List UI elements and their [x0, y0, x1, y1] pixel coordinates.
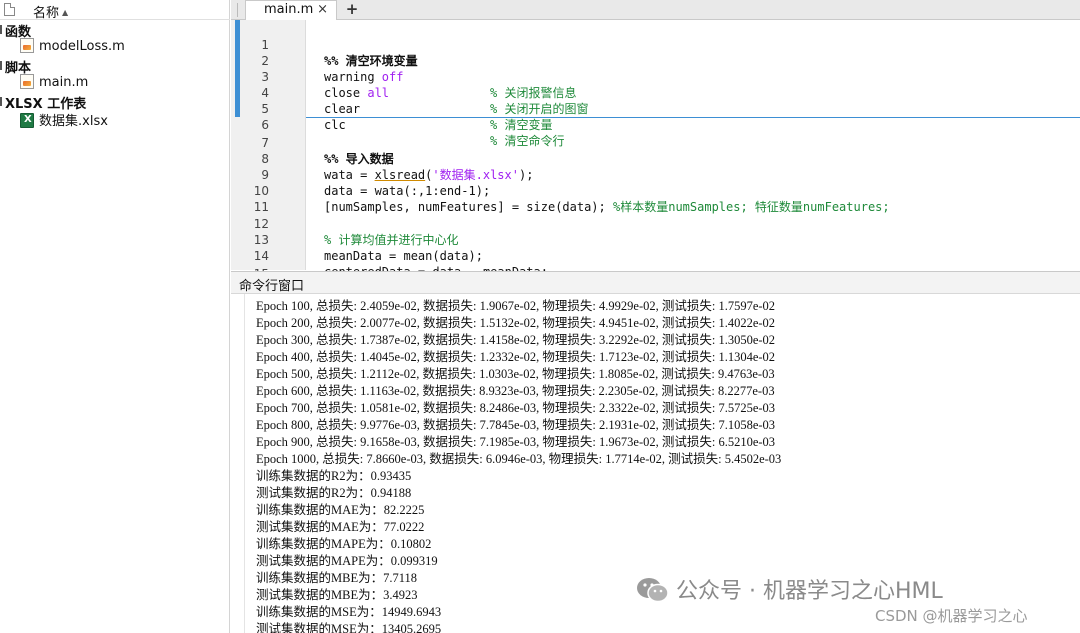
code-line[interactable]: 12 % 计算均值并进行中心化	[231, 200, 1080, 247]
output-line: 训练集数据的MBE为：7.7118	[256, 571, 417, 585]
output-line: 测试集数据的R2为：0.94188	[256, 486, 412, 500]
file-item-modelloss[interactable]: modelLoss.m	[20, 38, 125, 56]
code-line[interactable]: 13 meanData = mean(data);	[231, 216, 1080, 263]
command-window-title: 命令行窗口	[231, 272, 1080, 294]
command-window-gutter	[231, 294, 245, 633]
excel-file-icon	[20, 113, 34, 128]
tab-separator	[237, 3, 238, 17]
output-line: Epoch 100, 总损失: 2.4059e-02, 数据损失: 1.9067…	[256, 299, 776, 313]
close-tab-icon[interactable]: ×	[317, 2, 328, 17]
code-line[interactable]: 11	[231, 183, 1080, 214]
output-line: 测试集数据的MAE为：77.0222	[256, 520, 425, 534]
name-column-label: 名称	[33, 6, 60, 21]
output-line: Epoch 800, 总损失: 9.9776e-03, 数据损失: 7.7845…	[256, 418, 776, 432]
m-file-icon	[20, 38, 34, 53]
code-line[interactable]: 1 %% 清空环境变量	[231, 21, 1080, 68]
file-name: 数据集.xlsx	[39, 114, 108, 129]
file-name: modelLoss.m	[39, 39, 125, 54]
file-type-icon	[4, 3, 15, 16]
file-name: main.m	[39, 75, 89, 90]
code-line[interactable]: 7 %% 导入数据	[231, 119, 1080, 166]
output-line: 训练集数据的MAE为：82.2225	[256, 503, 425, 517]
code-line[interactable]: 8 wata = xlsread('数据集.xlsx');	[231, 135, 1080, 182]
code-editor: main.m × + 1 %% 清空环境变量 2 warning off % 关…	[231, 0, 1080, 281]
new-tab-button[interactable]: +	[341, 1, 363, 19]
group-xlsx-sheets[interactable]: XLSX 工作表	[0, 93, 230, 112]
output-line: Epoch 500, 总损失: 1.2112e-02, 数据损失: 1.0303…	[256, 367, 775, 381]
current-folder-panel: 名称▲ 函数 modelLoss.m 脚本 main.m XLSX 工作表 数据…	[0, 0, 230, 633]
file-list-header[interactable]: 名称 ▲	[0, 0, 230, 21]
output-line: Epoch 1000, 总损失: 7.8660e-03, 数据损失: 6.094…	[256, 452, 782, 466]
code-line[interactable]: 4 clear % 清空变量	[231, 69, 1080, 132]
output-line: Epoch 200, 总损失: 2.0077e-02, 数据损失: 1.5132…	[256, 316, 776, 330]
code-line[interactable]: 9 data = wata(:,1:end-1);	[231, 151, 1080, 198]
code-line[interactable]: 5 clc % 清空命令行	[231, 85, 1080, 148]
output-line: 测试集数据的MAPE为：0.099319	[256, 554, 438, 568]
watermark-text: 公众号 · 机器学习之心HML	[676, 579, 943, 604]
code-line[interactable]: 6	[231, 101, 1080, 132]
output-line: 训练集数据的R2为：0.93435	[256, 469, 412, 483]
output-line: Epoch 700, 总损失: 1.0581e-02, 数据损失: 8.2486…	[256, 401, 776, 415]
group-scripts[interactable]: 脚本	[0, 57, 230, 76]
output-line: Epoch 900, 总损失: 9.1658e-03, 数据损失: 7.1985…	[256, 435, 776, 449]
output-line: 测试集数据的MBE为：3.4923	[256, 588, 418, 602]
watermark: 公众号 · 机器学习之心HML	[636, 573, 943, 605]
output-line: Epoch 300, 总损失: 1.7387e-02, 数据损失: 1.4158…	[256, 333, 776, 347]
code-line[interactable]: 3 close all % 关闭开启的图窗	[231, 53, 1080, 116]
code-line[interactable]: 10 [numSamples, numFeatures] = size(data…	[231, 167, 1080, 214]
code-line[interactable]: 14 centeredData = data - meanData;	[231, 232, 1080, 279]
name-column-header[interactable]: 名称 ▲	[33, 2, 68, 21]
sort-ascending-icon: ▲	[62, 8, 69, 17]
file-item-main[interactable]: main.m	[20, 74, 88, 92]
code-line[interactable]: 2 warning off % 关闭报警信息	[231, 37, 1080, 100]
code-line[interactable]: 15	[231, 250, 1080, 281]
output-line: 训练集数据的MAPE为：0.10802	[256, 537, 432, 551]
csdn-watermark: CSDN @机器学习之心	[875, 607, 1028, 625]
cell-divider	[306, 117, 1080, 118]
output-line: Epoch 400, 总损失: 1.4045e-02, 数据损失: 1.2332…	[256, 350, 776, 364]
m-file-icon	[20, 74, 34, 89]
output-line: Epoch 600, 总损失: 1.1163e-02, 数据损失: 8.9323…	[256, 384, 775, 398]
output-line: 测试集数据的MSE为：13405.2695	[256, 622, 442, 633]
tab-main-m[interactable]: main.m ×	[245, 0, 337, 20]
wechat-icon	[637, 578, 669, 603]
tab-label: main.m	[264, 2, 314, 17]
editor-tab-bar: main.m × +	[231, 0, 1080, 20]
file-item-dataset-xlsx[interactable]: 数据集.xlsx	[20, 110, 108, 129]
output-line: 训练集数据的MSE为：14949.6943	[256, 605, 442, 619]
group-functions[interactable]: 函数	[0, 21, 230, 40]
